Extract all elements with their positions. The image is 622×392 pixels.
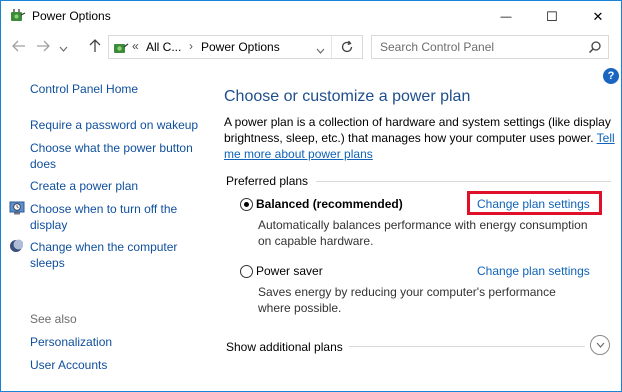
back-button[interactable]: [10, 38, 28, 56]
close-button[interactable]: ✕: [575, 2, 621, 31]
minimize-button[interactable]: —: [483, 2, 529, 31]
highlight-box: [467, 191, 602, 215]
power-saver-plan-name[interactable]: Power saver: [256, 264, 323, 278]
moon-sleep-icon: [9, 239, 24, 256]
maximize-button[interactable]: ☐: [529, 2, 575, 31]
show-additional-plans[interactable]: Show additional plans: [226, 340, 343, 354]
sidebar-create-power-plan[interactable]: Create a power plan: [30, 178, 210, 194]
sidebar-computer-sleeps[interactable]: Change when the computer sleeps: [30, 239, 190, 271]
arrow-left-icon: [12, 40, 26, 55]
search-input[interactable]: Search Control Panel: [380, 40, 494, 54]
maximize-icon: ☐: [546, 8, 558, 24]
address-bar[interactable]: « All C... › Power Options: [108, 35, 363, 59]
arrow-up-icon: [89, 38, 101, 56]
see-also-heading: See also: [30, 312, 77, 326]
up-button[interactable]: [86, 38, 104, 56]
power-saver-change-plan-settings-link[interactable]: Change plan settings: [477, 264, 590, 278]
breadcrumb-separator[interactable]: ›: [189, 39, 193, 53]
power-options-app-icon: [10, 7, 26, 26]
balanced-radio[interactable]: [240, 198, 253, 211]
see-also-user-accounts[interactable]: User Accounts: [30, 357, 107, 373]
help-icon: ?: [607, 70, 615, 82]
see-also-personalization[interactable]: Personalization: [30, 334, 112, 350]
title-bar[interactable]: Power Options — ☐ ✕: [1, 1, 621, 31]
breadcrumb-all-control-panel[interactable]: All C...: [146, 40, 181, 54]
radio-selected-dot: [244, 202, 249, 207]
page-description: A power plan is a collection of hardware…: [224, 114, 616, 162]
sidebar-control-panel-home[interactable]: Control Panel Home: [30, 81, 138, 97]
recent-locations-button[interactable]: [56, 38, 70, 56]
forward-button[interactable]: [34, 38, 52, 56]
expand-additional-plans-button[interactable]: [590, 335, 610, 355]
refresh-button[interactable]: [340, 40, 354, 57]
balanced-plan-name[interactable]: Balanced (recommended): [256, 197, 403, 211]
preferred-plans-divider: [316, 181, 611, 182]
arrow-right-icon: [36, 40, 50, 55]
page-title: Choose or customize a power plan: [224, 88, 471, 105]
search-icon[interactable]: [588, 40, 602, 57]
address-divider: [331, 36, 332, 58]
chevron-down-icon: [316, 43, 325, 57]
sidebar-require-password[interactable]: Require a password on wakeup: [30, 117, 210, 133]
minimize-icon: —: [500, 10, 512, 23]
control-panel-icon: [112, 38, 130, 59]
refresh-icon: [340, 40, 354, 57]
search-box[interactable]: Search Control Panel: [371, 35, 609, 59]
close-icon: ✕: [592, 8, 604, 24]
breadcrumb-power-options[interactable]: Power Options: [201, 40, 280, 54]
sidebar-power-button[interactable]: Choose what the power button does: [30, 140, 210, 172]
breadcrumb-overflow[interactable]: «: [132, 39, 139, 53]
address-dropdown[interactable]: [316, 43, 325, 57]
window-title: Power Options: [32, 9, 111, 23]
display-clock-icon: [9, 201, 25, 218]
help-button[interactable]: ?: [603, 68, 619, 84]
chevron-down-icon: [59, 40, 68, 55]
power-saver-radio[interactable]: [240, 265, 253, 278]
chevron-down-icon: [596, 340, 605, 351]
preferred-plans-heading: Preferred plans: [226, 174, 309, 188]
additional-plans-divider: [349, 346, 585, 347]
sidebar-turn-off-display[interactable]: Choose when to turn off the display: [30, 201, 210, 233]
description-text: A power plan is a collection of hardware…: [224, 115, 611, 145]
power-saver-plan-description: Saves energy by reducing your computer's…: [258, 285, 556, 315]
balanced-plan-description: Automatically balances performance with …: [258, 218, 588, 248]
